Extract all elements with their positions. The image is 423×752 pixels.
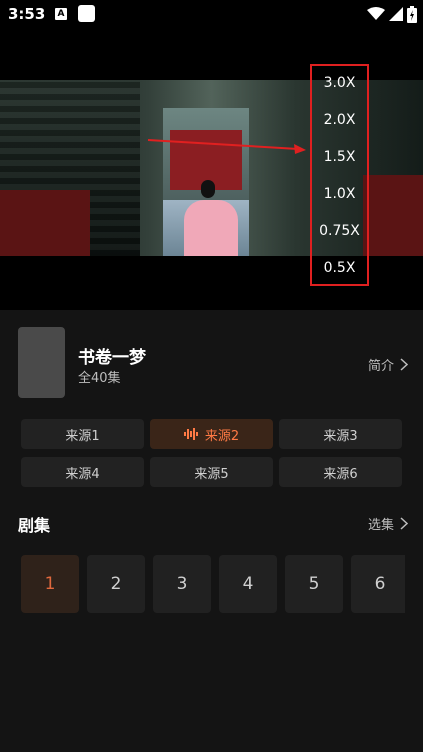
source-label: 来源4 — [65, 466, 100, 482]
speed-option[interactable]: 3.0X — [324, 75, 356, 91]
status-icons — [367, 4, 417, 24]
episode-button[interactable]: 6 — [351, 555, 405, 613]
status-bar: 3:53 A — [0, 0, 423, 28]
wifi-icon — [367, 7, 385, 20]
source-label: 来源5 — [194, 466, 229, 482]
speed-option[interactable]: 2.0X — [324, 112, 356, 128]
chevron-right-icon — [400, 517, 408, 530]
episode-button-active[interactable]: 1 — [21, 555, 79, 613]
episode-count: 全40集 — [78, 371, 121, 386]
select-label: 选集 — [367, 518, 394, 533]
source-button-active[interactable]: 来源2 — [150, 419, 273, 449]
audio-wave-icon — [183, 428, 198, 440]
battery-icon — [407, 5, 417, 23]
speed-option[interactable]: 1.5X — [324, 149, 356, 165]
source-list: 来源1 来源2 来源3 来源4 来源5 来源6 — [21, 419, 402, 487]
intro-label: 简介 — [367, 359, 394, 374]
playback-speed-menu: 3.0X 2.0X 1.5X 1.0X 0.75X 0.5X — [310, 64, 369, 286]
source-label: 来源1 — [65, 428, 100, 444]
status-time: 3:53 — [8, 5, 46, 23]
source-button[interactable]: 来源1 — [21, 419, 144, 449]
episodes-header: 剧集 选集 — [18, 510, 408, 535]
episode-button[interactable]: 4 — [219, 555, 277, 613]
show-info: 书卷一梦 全40集 简介 — [18, 327, 408, 399]
source-button[interactable]: 来源6 — [279, 457, 402, 487]
source-button[interactable]: 来源5 — [150, 457, 273, 487]
episode-list: 1 2 3 4 5 6 — [21, 555, 405, 613]
video-player[interactable]: 3.0X 2.0X 1.5X 1.0X 0.75X 0.5X — [0, 28, 423, 310]
episode-button[interactable]: 3 — [153, 555, 211, 613]
speed-option[interactable]: 0.5X — [324, 260, 356, 276]
signal-icon — [389, 7, 403, 21]
source-button[interactable]: 来源3 — [279, 419, 402, 449]
intro-button[interactable]: 简介 — [368, 355, 408, 374]
chevron-right-icon — [400, 358, 408, 371]
source-button[interactable]: 来源4 — [21, 457, 144, 487]
speed-option[interactable]: 1.0X — [324, 186, 356, 202]
episode-button[interactable]: 2 — [87, 555, 145, 613]
show-title: 书卷一梦 — [78, 348, 146, 368]
episode-button[interactable]: 5 — [285, 555, 343, 613]
source-label: 来源3 — [323, 428, 358, 444]
source-label: 来源2 — [204, 428, 240, 444]
speed-option[interactable]: 0.75X — [319, 223, 360, 239]
source-label: 来源6 — [323, 466, 358, 482]
notification-square-icon — [78, 5, 95, 22]
poster-thumbnail — [18, 327, 65, 398]
episodes-title: 剧集 — [18, 516, 51, 535]
select-episode-button[interactable]: 选集 — [368, 514, 408, 533]
notification-a-icon: A — [55, 8, 67, 20]
